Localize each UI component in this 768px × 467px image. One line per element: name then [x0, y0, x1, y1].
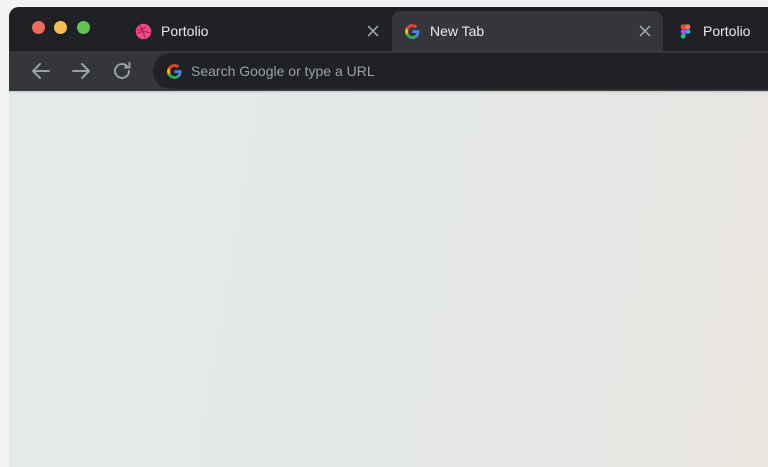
- google-icon: [167, 63, 182, 79]
- tab-title: Portolio: [161, 23, 209, 39]
- close-icon[interactable]: [637, 23, 653, 39]
- close-icon[interactable]: [365, 23, 381, 39]
- address-bar-placeholder: Search Google or type a URL: [191, 63, 375, 79]
- arrow-left-icon[interactable]: [29, 59, 53, 83]
- browser-toolbar: Search Google or type a URL: [9, 51, 768, 91]
- reload-icon[interactable]: [110, 59, 134, 83]
- dribbble-icon: [135, 23, 152, 39]
- window-minimize-button[interactable]: [54, 21, 67, 34]
- tab-portolio-figma[interactable]: Portolio: [673, 11, 768, 51]
- tab-title: Portolio: [703, 23, 751, 39]
- tab-strip: Portolio New Tab Portolio: [9, 7, 768, 51]
- arrow-right-icon[interactable]: [69, 59, 93, 83]
- tab-new-tab[interactable]: New Tab: [392, 11, 663, 51]
- tab-title: New Tab: [430, 23, 485, 39]
- google-icon: [405, 23, 420, 39]
- window-close-button[interactable]: [32, 21, 45, 34]
- toolbar-shadow: [9, 91, 768, 94]
- figma-icon: [680, 23, 691, 39]
- address-bar[interactable]: Search Google or type a URL: [153, 53, 768, 89]
- browser-window: Portolio New Tab Portolio Search Google …: [9, 7, 768, 467]
- window-zoom-button[interactable]: [77, 21, 90, 34]
- tab-portolio-dribbble[interactable]: Portolio: [127, 11, 391, 51]
- page-content: [9, 91, 768, 467]
